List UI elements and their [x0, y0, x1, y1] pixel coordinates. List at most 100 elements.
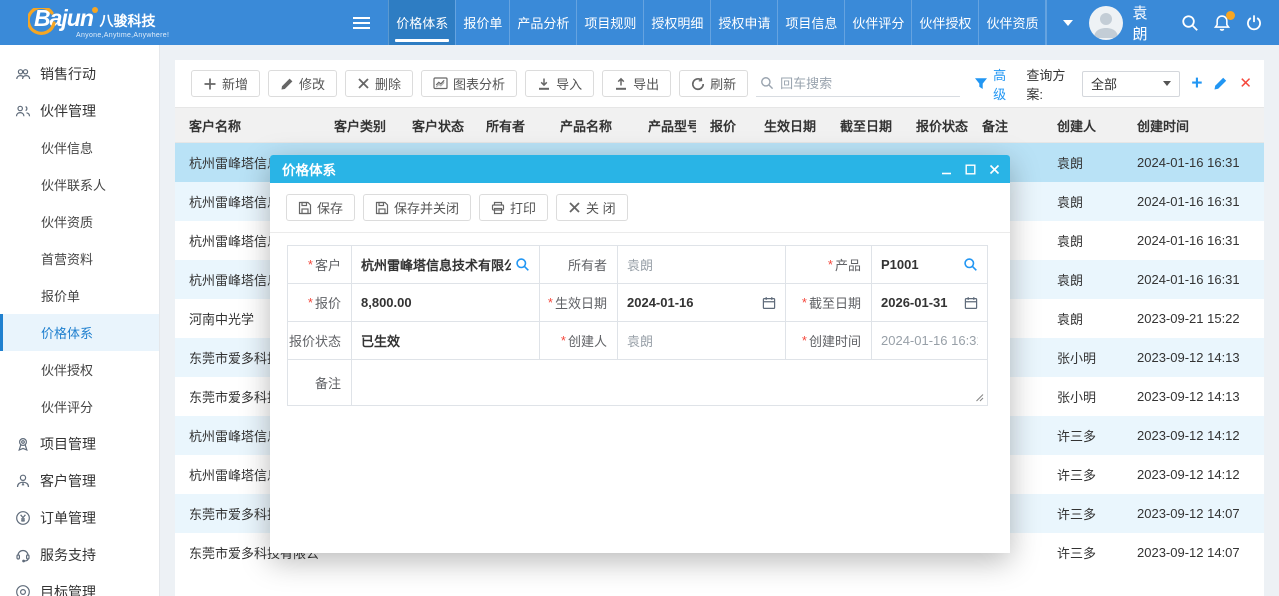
- search-input[interactable]: [780, 76, 956, 91]
- cell: 2023-09-12 14:12: [1123, 455, 1264, 494]
- sidebar-item-5[interactable]: 伙伴资质: [0, 203, 159, 240]
- dialog-button-1[interactable]: 保存: [286, 194, 355, 221]
- sidebar-item-15[interactable]: 目标管理: [0, 573, 159, 596]
- dialog-button-3[interactable]: 打印: [479, 194, 548, 221]
- minimize-icon[interactable]: [941, 164, 952, 175]
- query-scheme-value: 全部: [1091, 74, 1117, 93]
- nav-tab-5[interactable]: 授权明细: [643, 0, 710, 45]
- column-header-5[interactable]: 产品名称: [546, 108, 634, 143]
- nav-tab-6[interactable]: 授权申请: [710, 0, 777, 45]
- toolbar-button-3[interactable]: 删除: [345, 70, 413, 97]
- toolbar-right: 高级 查询方案: 全部 + ✕: [756, 65, 1252, 103]
- end-date-field[interactable]: 2026-01-31: [872, 284, 988, 322]
- sidebar-item-12[interactable]: 客户管理: [0, 462, 159, 499]
- toolbar-button-2[interactable]: 修改: [268, 70, 337, 97]
- dialog-button-4[interactable]: 关 闭: [556, 194, 628, 221]
- sidebar-item-label: 客户管理: [40, 471, 96, 491]
- column-header-4[interactable]: 所有者: [472, 108, 546, 143]
- column-header-13[interactable]: 创建时间: [1123, 108, 1264, 143]
- power-icon[interactable]: [1245, 14, 1263, 32]
- cell: 2023-09-12 14:07: [1123, 494, 1264, 533]
- cell: 2024-01-16 16:31: [1123, 143, 1264, 182]
- nav-tab-3[interactable]: 产品分析: [509, 0, 576, 45]
- topbar-right: 袁朗: [1089, 0, 1279, 45]
- close-icon[interactable]: [989, 164, 1000, 175]
- sidebar-item-label: 销售行动: [40, 64, 96, 84]
- cell: 2023-09-12 14:07: [1123, 533, 1264, 572]
- owner-label: 所有者: [540, 246, 618, 284]
- search-icon[interactable]: [1181, 14, 1199, 32]
- column-header-3[interactable]: 客户状态: [398, 108, 472, 143]
- cell: 许三多: [1043, 455, 1123, 494]
- resize-grip-icon[interactable]: [973, 391, 984, 402]
- sidebar-item-14[interactable]: 服务支持: [0, 536, 159, 573]
- cell: 袁朗: [1043, 299, 1123, 338]
- sales-icon: [15, 66, 31, 82]
- toolbar-button-6[interactable]: 导出: [602, 70, 671, 97]
- sidebar-item-6[interactable]: 首营资料: [0, 240, 159, 277]
- column-header-7[interactable]: 报价: [696, 108, 750, 143]
- notifications-bell-icon[interactable]: [1213, 14, 1231, 32]
- delete-scheme-button[interactable]: ✕: [1239, 76, 1252, 91]
- toolbar-button-4[interactable]: 图表分析: [421, 70, 517, 97]
- sidebar-item-13[interactable]: 订单管理: [0, 499, 159, 536]
- column-header-9[interactable]: 截至日期: [826, 108, 902, 143]
- nav-tab-1[interactable]: 价格体系: [388, 0, 455, 45]
- lookup-search-icon[interactable]: [963, 257, 978, 272]
- sidebar-item-1[interactable]: 销售行动: [0, 55, 159, 92]
- sidebar-item-2[interactable]: 伙伴管理: [0, 92, 159, 129]
- import-icon: [537, 77, 551, 91]
- filter-funnel-icon[interactable]: [974, 77, 988, 91]
- customer-field[interactable]: 杭州雷峰塔信息技术有限公司: [352, 246, 540, 284]
- sidebar-item-4[interactable]: 伙伴联系人: [0, 166, 159, 203]
- column-header-8[interactable]: 生效日期: [750, 108, 826, 143]
- calendar-icon[interactable]: [762, 296, 776, 310]
- calendar-icon[interactable]: [964, 296, 978, 310]
- effective-date-field[interactable]: 2024-01-16: [618, 284, 786, 322]
- maximize-icon[interactable]: [965, 164, 976, 175]
- sidebar-item-8[interactable]: 价格体系: [0, 314, 159, 351]
- query-scheme-select[interactable]: 全部: [1082, 71, 1180, 97]
- nav-tab-2[interactable]: 报价单: [455, 0, 509, 45]
- status-select[interactable]: 已生效: [352, 322, 540, 360]
- column-header-2[interactable]: 客户类别: [320, 108, 398, 143]
- nav-more-button[interactable]: [1046, 0, 1089, 45]
- avatar[interactable]: [1089, 6, 1123, 40]
- advanced-search-link[interactable]: 高级: [993, 65, 1016, 103]
- lookup-search-icon[interactable]: [515, 257, 530, 272]
- remark-textarea[interactable]: [352, 360, 988, 406]
- column-header-11[interactable]: 备注: [968, 108, 1043, 143]
- menu-toggle-button[interactable]: [311, 0, 388, 45]
- toolbar-button-1[interactable]: 新增: [191, 70, 260, 97]
- toolbar-button-5[interactable]: 导入: [525, 70, 594, 97]
- cell: 袁朗: [1043, 260, 1123, 299]
- column-header-12[interactable]: 创建人: [1043, 108, 1123, 143]
- nav-tab-8[interactable]: 伙伴评分: [844, 0, 911, 45]
- price-field[interactable]: 8,800.00: [352, 284, 540, 322]
- sidebar-item-9[interactable]: 伙伴授权: [0, 351, 159, 388]
- button-label: 关 闭: [586, 198, 616, 217]
- main-nav: 价格体系报价单产品分析项目规则授权明细授权申请项目信息伙伴评分伙伴授权伙伴资质: [388, 0, 1046, 45]
- nav-tab-4[interactable]: 项目规则: [576, 0, 643, 45]
- sidebar-item-3[interactable]: 伙伴信息: [0, 129, 159, 166]
- product-field[interactable]: P1001: [872, 246, 988, 284]
- add-scheme-button[interactable]: +: [1191, 74, 1202, 93]
- query-scheme-label: 查询方案:: [1026, 65, 1076, 103]
- nav-tab-9[interactable]: 伙伴授权: [911, 0, 978, 45]
- dialog-button-2[interactable]: 保存并关闭: [363, 194, 471, 221]
- created-time-label: 创建时间: [786, 322, 872, 360]
- user-name[interactable]: 袁朗: [1132, 2, 1151, 44]
- dialog-titlebar[interactable]: 价格体系: [270, 155, 1010, 183]
- button-label: 图表分析: [453, 74, 505, 93]
- column-header-1[interactable]: 客户名称: [175, 108, 320, 143]
- sidebar-item-10[interactable]: 伙伴评分: [0, 388, 159, 425]
- cell: 张小明: [1043, 338, 1123, 377]
- sidebar-item-7[interactable]: 报价单: [0, 277, 159, 314]
- column-header-10[interactable]: 报价状态: [902, 108, 968, 143]
- sidebar-item-11[interactable]: 项目管理: [0, 425, 159, 462]
- nav-tab-10[interactable]: 伙伴资质: [978, 0, 1046, 45]
- edit-scheme-button[interactable]: [1213, 76, 1228, 91]
- column-header-6[interactable]: 产品型号: [634, 108, 696, 143]
- nav-tab-7[interactable]: 项目信息: [777, 0, 844, 45]
- toolbar-button-7[interactable]: 刷新: [679, 70, 748, 97]
